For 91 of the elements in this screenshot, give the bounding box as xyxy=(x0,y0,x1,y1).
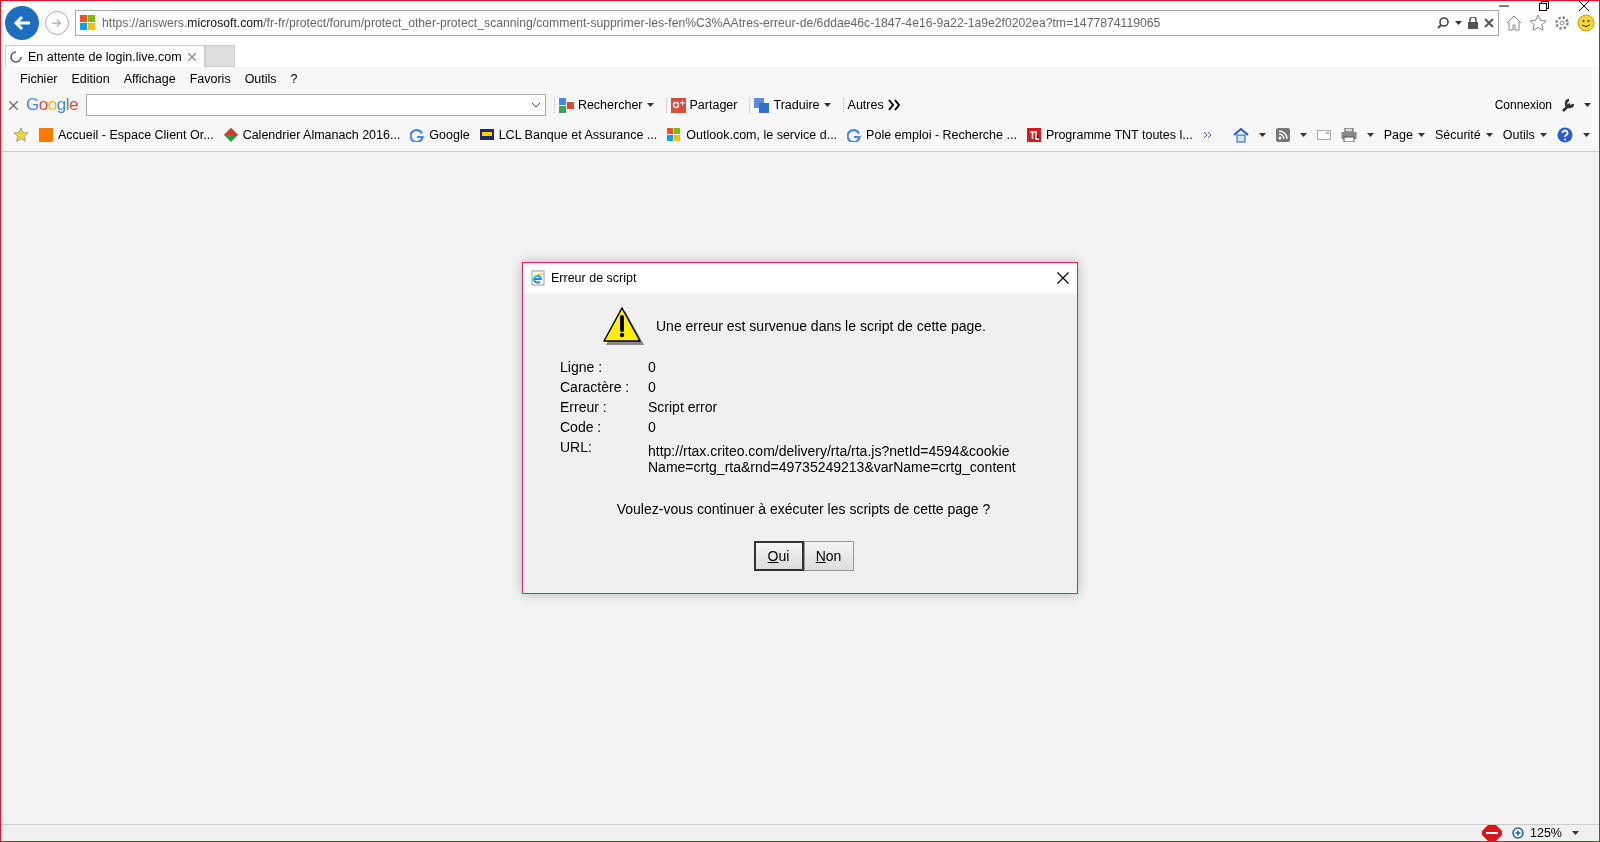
dialog-title: Erreur de script xyxy=(551,271,637,285)
menu-item[interactable]: Favoris xyxy=(182,72,238,86)
home-icon[interactable] xyxy=(1232,127,1249,143)
search-icon[interactable] xyxy=(1437,17,1449,29)
lock-icon xyxy=(1468,17,1478,29)
close-icon[interactable] xyxy=(1484,18,1494,28)
browser-tab[interactable]: En attente de login.live.com xyxy=(5,45,205,67)
caret-icon[interactable] xyxy=(1572,831,1579,835)
star-icon[interactable] xyxy=(1529,14,1547,32)
stop-sign-icon[interactable] xyxy=(1482,825,1502,841)
address-field[interactable]: https://answers.microsoft.com/fr-fr/protect/forum/protect_other-protect_scanning/comment-supprimer-les-fen%C3%AAtres-erreur-de/6ddae46c-1847-4e16-9a22-1a9e2f0202ea?tm=1477874119065 xyxy=(75,10,1499,36)
dialog-button[interactable]: Oui xyxy=(753,541,804,571)
caret-icon[interactable] xyxy=(1582,133,1590,137)
command-menu[interactable]: Outils xyxy=(1502,128,1547,142)
close-icon[interactable] xyxy=(1057,272,1069,284)
caret-icon xyxy=(646,103,654,107)
search-icon xyxy=(558,97,574,113)
rss-icon[interactable] xyxy=(1275,128,1290,142)
g-letter-icon xyxy=(847,128,862,142)
field-label: URL: xyxy=(560,439,593,457)
back-button[interactable] xyxy=(5,6,39,40)
tl-logo-icon xyxy=(1026,128,1041,142)
signin-link[interactable]: Connexion xyxy=(1494,98,1552,112)
caret-icon[interactable] xyxy=(1455,21,1462,25)
menu-item[interactable]: Outils xyxy=(237,72,284,86)
field-value: http://rtax.criteo.com/delivery/rta/rta.js?netId=4594&cookieName=crtg_rta&rnd=49735249213&varName=crtg_content xyxy=(648,442,1016,475)
windows-logo-icon xyxy=(667,128,682,142)
diamond-icon xyxy=(223,128,238,142)
wrench-icon[interactable] xyxy=(1560,97,1576,113)
arrow-right-icon xyxy=(52,18,62,28)
command-menu[interactable]: Page xyxy=(1383,128,1425,142)
field-label: Ligne : xyxy=(560,359,604,375)
field-value: 0 xyxy=(648,359,657,375)
field-label: Code : xyxy=(560,419,603,435)
translate-icon xyxy=(754,97,770,113)
browser-logo-icon xyxy=(531,270,545,286)
menu-item[interactable]: Edition xyxy=(64,72,117,86)
dialog-button[interactable]: Non xyxy=(803,541,854,571)
toolbar-button[interactable]: Autres xyxy=(842,98,904,112)
url-text: https://answers.microsoft.com/fr-fr/protect/forum/protect_other-protect_scanning/comment-supprimer-les-fen%C3%AAtres-erreur-de/6ddae46c-1847-4e16-9a22-1a9e2f0202ea?tm=1477874119065 xyxy=(102,16,1162,30)
star-icon[interactable] xyxy=(13,127,29,143)
chevron-down-icon[interactable] xyxy=(530,102,541,108)
loading-spinner-icon xyxy=(10,50,22,63)
search-field[interactable] xyxy=(85,94,546,116)
field-value: 0 xyxy=(648,419,657,435)
toolbar-button[interactable]: Partager xyxy=(665,97,742,113)
home-icon[interactable] xyxy=(1505,14,1523,32)
caret-icon xyxy=(1539,133,1547,137)
favorite-link[interactable]: Accueil - Espace Client Or... xyxy=(39,128,214,142)
field-value: 0 xyxy=(648,379,657,395)
windows-logo-icon xyxy=(80,15,96,31)
favorite-link[interactable]: LCL Banque et Assurance ... xyxy=(479,128,658,142)
error-message: Une erreur est survenue dans le script de cette page. xyxy=(656,318,986,334)
caret-icon[interactable] xyxy=(1299,133,1307,137)
field-value: Script error xyxy=(648,399,719,415)
favorite-link[interactable]: Programme TNT toutes l... xyxy=(1026,128,1193,142)
caret-icon[interactable] xyxy=(1258,133,1266,137)
warning-icon xyxy=(602,306,644,346)
square-logo-icon xyxy=(39,128,53,142)
toolbar-button[interactable]: Traduire xyxy=(749,97,835,113)
restore-icon[interactable] xyxy=(1539,1,1549,11)
printer-icon[interactable] xyxy=(1340,128,1357,142)
double-chevron-icon xyxy=(887,98,900,112)
caret-icon xyxy=(1485,133,1493,137)
caret-icon xyxy=(823,103,831,107)
command-menu[interactable]: Sécurité xyxy=(1434,128,1493,142)
share-icon xyxy=(670,97,686,113)
toolbar-button[interactable]: Rechercher xyxy=(553,97,658,113)
caret-icon[interactable] xyxy=(1366,133,1374,137)
favorite-link[interactable]: Outlook.com, le service d... xyxy=(667,128,838,142)
menu-item[interactable]: ? xyxy=(283,72,305,86)
menu-item[interactable]: Fichier xyxy=(13,72,65,86)
help-icon[interactable] xyxy=(1556,127,1573,143)
zoom-icon xyxy=(1512,826,1525,840)
double-chevron-icon[interactable] xyxy=(1202,131,1213,139)
confirmation-question: Voulez-vous continuer à exécuter les scripts de cette page ? xyxy=(615,501,992,517)
arrow-left-icon xyxy=(13,15,31,31)
g-letter-icon xyxy=(410,128,425,142)
field-label: Erreur : xyxy=(560,399,608,415)
close-icon[interactable] xyxy=(1579,1,1589,11)
field-label: Caractère : xyxy=(560,379,631,395)
google-logo: Google xyxy=(26,95,78,115)
caret-icon xyxy=(1417,133,1425,137)
favorite-link[interactable]: Calendrier Almanach 2016... xyxy=(223,128,401,142)
smiley-icon[interactable] xyxy=(1577,14,1595,32)
bank-logo-icon xyxy=(479,128,494,142)
menu-item[interactable]: Affichage xyxy=(116,72,183,86)
favorite-link[interactable]: Google xyxy=(410,128,470,142)
favorite-link[interactable]: Pole emploi - Recherche ... xyxy=(847,128,1017,142)
caret-icon[interactable] xyxy=(1584,103,1591,107)
zoom-control[interactable]: 125% xyxy=(1512,826,1562,840)
